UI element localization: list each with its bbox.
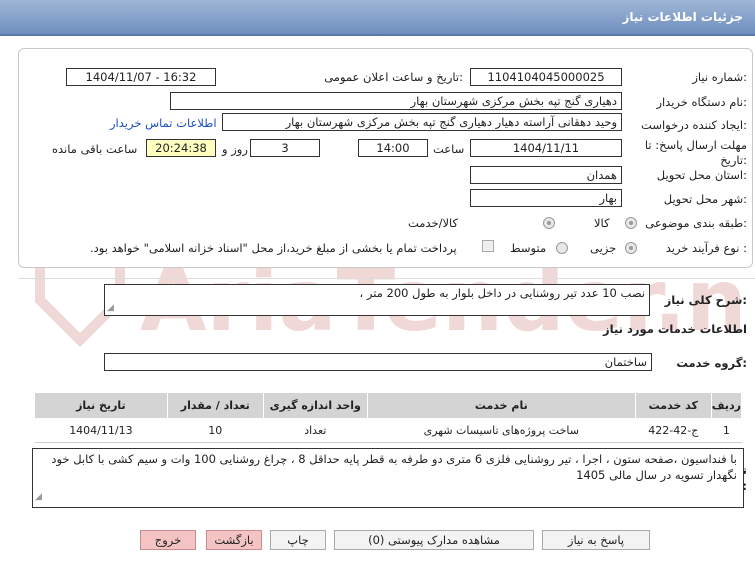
- services-section-title: اطلاعات خدمات مورد نیاز: [603, 322, 747, 336]
- city-field: بهار: [470, 189, 622, 207]
- deadline-time-field: 14:00: [358, 139, 428, 157]
- col-date: تاریخ نیاز: [34, 392, 168, 419]
- province-field: همدان: [470, 166, 622, 184]
- treasury-checkbox[interactable]: [482, 240, 494, 252]
- cell-date: 1404/11/13: [34, 418, 168, 443]
- process-radio-medium[interactable]: [556, 242, 568, 254]
- need-number-field: 1104104045000025: [470, 68, 622, 86]
- process-option-medium: متوسط: [510, 241, 547, 255]
- service-group-label: گروه خدمت:: [676, 356, 747, 370]
- page-header: جزئیات اطلاعات نیاز: [0, 0, 755, 36]
- cell-row: 1: [711, 418, 742, 443]
- page-title: جزئیات اطلاعات نیاز: [622, 10, 743, 24]
- col-row: ردیف: [710, 392, 743, 419]
- cell-unit: تعداد: [263, 418, 368, 443]
- services-table: ردیف کد خدمت نام خدمت واحد اندازه گیری ت…: [34, 392, 743, 443]
- process-label: نوع فرآیند خرید :: [665, 241, 747, 255]
- announce-field: 1404/11/07 - 16:32: [66, 68, 216, 86]
- category-radio-goods-service[interactable]: [543, 217, 555, 229]
- cell-qty: 10: [167, 418, 264, 443]
- process-option-minor: جزیی: [590, 241, 617, 255]
- cell-code: ج-42-422: [635, 418, 712, 443]
- deadline-hour-label: ساعت: [433, 142, 465, 156]
- col-code: کد خدمت: [634, 392, 712, 419]
- creator-label: ایجاد کننده درخواست:: [641, 118, 747, 132]
- reply-button[interactable]: پاسخ به نیاز: [542, 530, 650, 550]
- deadline-date-field: 1404/11/11: [470, 139, 622, 157]
- category-label: طبقه بندی موضوعی:: [645, 216, 747, 230]
- resize-grip-icon[interactable]: ◢: [107, 303, 114, 313]
- back-button[interactable]: بازگشت: [206, 530, 262, 550]
- summary-field: نصب 10 عدد تیر روشنایی در داخل بلوار به …: [104, 284, 650, 316]
- province-label: استان محل تحویل:: [656, 168, 747, 182]
- cell-name: ساخت پروژه‌های تاسیسات شهری: [367, 418, 636, 443]
- print-button[interactable]: چاپ: [270, 530, 326, 550]
- attachments-button[interactable]: مشاهده مدارک پیوستی (0): [334, 530, 534, 550]
- announce-label: تاریخ و ساعت اعلان عمومی:: [324, 70, 463, 84]
- category-option-goods-service: کالا/خدمت: [408, 216, 459, 230]
- days-field: 3: [250, 139, 320, 157]
- category-radio-goods[interactable]: [625, 217, 637, 229]
- category-option-goods: کالا: [594, 216, 610, 230]
- need-number-label: شماره نیاز:: [692, 70, 747, 84]
- col-unit: واحد اندازه گیری: [262, 392, 368, 419]
- city-label: شهر محل تحویل:: [663, 192, 747, 206]
- buyer-label: نام دستگاه خریدار:: [656, 95, 747, 109]
- col-name: نام خدمت: [366, 392, 636, 419]
- description-field: با فنداسیون ،صفحه ستون ، اجرا ، تیر روشن…: [32, 448, 744, 508]
- summary-text: نصب 10 عدد تیر روشنایی در داخل بلوار به …: [359, 286, 645, 300]
- days-label: روز و: [222, 142, 248, 156]
- creator-field: وحید دهقانی آراسته دهیار دهیاری گنج تپه …: [222, 113, 622, 131]
- service-group-field: ساختمان: [104, 353, 652, 371]
- table-row: 1 ج-42-422 ساخت پروژه‌های تاسیسات شهری ت…: [34, 418, 742, 443]
- remaining-time-field: 20:24:38: [146, 139, 216, 157]
- payment-note: پرداخت تمام یا بخشی از مبلغ خرید،از محل …: [90, 241, 457, 255]
- buyer-field: دهیاری گنج تپه بخش مرکزی شهرستان بهار: [170, 92, 622, 110]
- contact-buyer-link[interactable]: اطلاعات تماس خریدار: [110, 116, 217, 130]
- resize-grip-icon[interactable]: ◢: [35, 489, 42, 505]
- description-text: با فنداسیون ،صفحه ستون ، اجرا ، تیر روشن…: [51, 452, 737, 482]
- exit-button[interactable]: خروج: [140, 530, 196, 550]
- process-radio-minor[interactable]: [625, 242, 637, 254]
- table-header-row: ردیف کد خدمت نام خدمت واحد اندازه گیری ت…: [34, 392, 743, 419]
- summary-label: شرح کلی نیاز:: [664, 293, 747, 307]
- col-qty: تعداد / مقدار: [166, 392, 264, 419]
- deadline-label: مهلت ارسال پاسخ: تا تاریخ:: [644, 138, 747, 167]
- divider: [18, 278, 755, 279]
- remaining-label: ساعت باقی مانده: [52, 142, 138, 156]
